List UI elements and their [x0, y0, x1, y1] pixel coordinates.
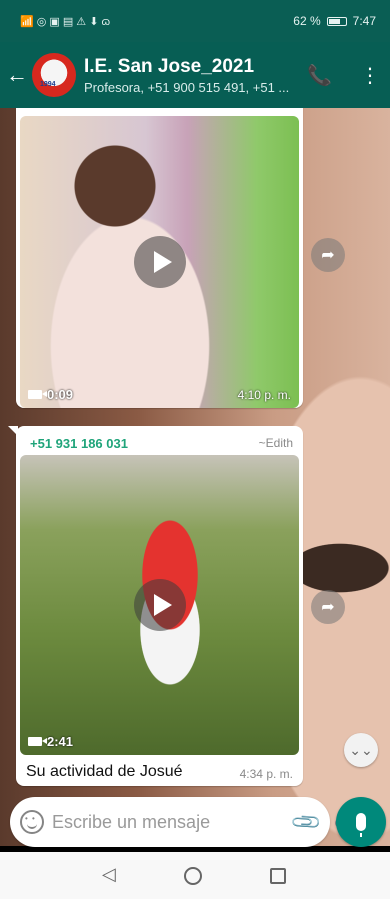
message-input[interactable]: [52, 811, 284, 833]
more-vert-icon[interactable]: ⋮: [360, 63, 380, 88]
play-icon[interactable]: [133, 579, 186, 631]
battery-icon: [326, 16, 347, 26]
video-thumbnail[interactable]: 0:09 4:10 p. m.: [20, 116, 299, 408]
message-bubble[interactable]: 0:09 4:10 p. m.: [16, 108, 303, 408]
message-time: 4:10 p. m.: [237, 388, 291, 402]
nav-home-icon[interactable]: [184, 866, 203, 885]
nav-back-icon[interactable]: [102, 864, 117, 885]
status-time: 7:47: [352, 14, 376, 28]
mic-button[interactable]: [336, 797, 386, 847]
emoji-icon[interactable]: [20, 810, 44, 834]
video-duration: 2:41: [47, 734, 74, 749]
sender-name: ~Edith: [258, 436, 293, 450]
group-avatar[interactable]: [32, 53, 76, 97]
mic-icon: [356, 813, 366, 837]
status-icons: 📶 ◎ ▣ ▤ ⚠ ⬇ ɷ: [20, 15, 111, 28]
message-composer: 📎: [10, 797, 345, 847]
chat-title-block[interactable]: I.E. San Jose_2021 Profesora, +51 900 51…: [84, 56, 297, 95]
sender-row: +51 931 186 031 ~Edith: [20, 430, 299, 455]
nav-recents-icon[interactable]: [270, 867, 287, 884]
play-icon[interactable]: [133, 236, 186, 288]
add-call-icon[interactable]: 📞: [307, 63, 332, 88]
battery-percent: 62 %: [293, 14, 321, 28]
chat-area[interactable]: 0:09 4:10 p. m. ➦ +51 931 186 031 ~Edith…: [0, 108, 390, 846]
video-duration: 0:09: [47, 387, 74, 402]
arrow-left-icon[interactable]: ←: [6, 62, 32, 88]
forward-icon[interactable]: ➦: [311, 238, 345, 272]
status-bar: 📶 ◎ ▣ ▤ ⚠ ⬇ ɷ 62 % 7:47: [0, 0, 390, 42]
video-thumbnail[interactable]: 2:41: [20, 455, 299, 755]
video-camera-icon: [28, 390, 47, 399]
message-caption: Su actividad de Josué: [26, 763, 183, 780]
paperclip-icon[interactable]: 📎: [289, 804, 324, 839]
forward-icon[interactable]: ➦: [311, 590, 345, 624]
message-time: 4:34 p. m.: [239, 767, 293, 781]
group-members: Profesora, +51 900 515 491, +51 ...: [84, 79, 290, 95]
chat-header: ← I.E. San Jose_2021 Profesora, +51 900 …: [0, 42, 390, 108]
message-bubble[interactable]: +51 931 186 031 ~Edith 2:41 Su actividad…: [8, 426, 303, 786]
group-name: I.E. San Jose_2021: [84, 55, 255, 77]
system-nav-bar: [0, 852, 390, 899]
video-camera-icon: [28, 737, 47, 746]
double-chevron-down-icon[interactable]: ⌄⌄: [344, 733, 378, 767]
sender-phone[interactable]: +51 931 186 031: [30, 436, 128, 451]
